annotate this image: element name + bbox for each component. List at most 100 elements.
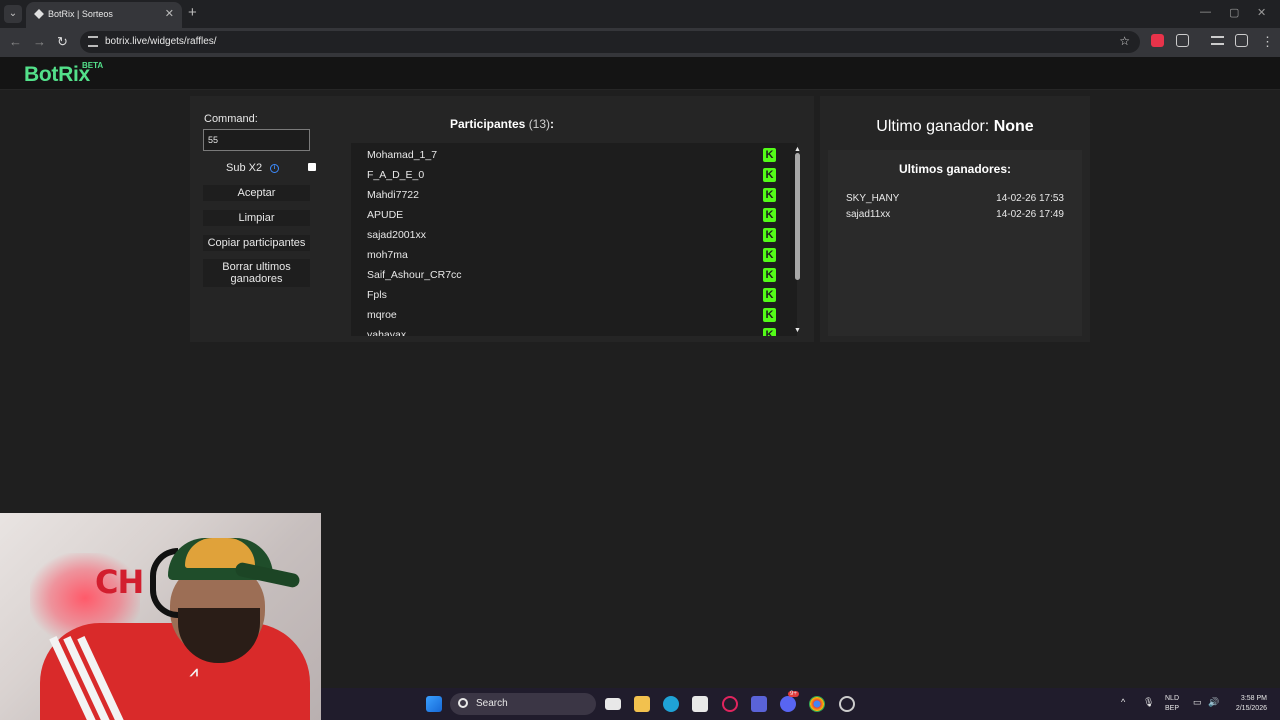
taskbar-search[interactable]: Search [450, 693, 596, 715]
volume-icon[interactable]: 🔊 [1208, 697, 1219, 708]
scroll-up-arrow-icon[interactable]: ▲ [794, 146, 801, 153]
site-info-icon[interactable] [88, 36, 98, 47]
kick-icon: K [763, 148, 776, 162]
new-tab-button[interactable]: + [188, 4, 197, 21]
windows-start-icon[interactable] [426, 696, 442, 712]
clear-button[interactable]: Limpiar [203, 210, 310, 226]
reading-list-icon[interactable] [1211, 36, 1224, 45]
language-code: NLD [1165, 695, 1180, 702]
site-header: BotRix BETA [0, 57, 1280, 90]
participants-scrollbar[interactable] [795, 153, 800, 280]
kick-icon: K [763, 328, 776, 336]
participant-name: yahayax [367, 329, 407, 336]
task-view-icon[interactable] [605, 698, 621, 710]
url-text: botrix.live/widgets/raffles/ [105, 36, 217, 47]
recent-winners-box: Ultimos ganadores: SKY_HANY 14-02-26 17:… [828, 150, 1082, 336]
forward-icon[interactable]: → [33, 34, 46, 49]
sub-x2-label: Sub X2 [226, 162, 263, 174]
shirt-logo: ⩘ [190, 663, 198, 679]
participant-name: Saif_Ashour_CR7cc [367, 269, 462, 281]
discord-badge: 9+ [788, 691, 799, 697]
participants-label: Participantes [449, 117, 526, 131]
participant-row: moh7ma K [351, 245, 781, 265]
browser-tab-strip: ⌄ BotRix | Sorteos ✕ + — ▢ ✕ [0, 0, 1280, 28]
participant-row: Saif_Ashour_CR7cc K [351, 265, 781, 285]
neon-sign: CH [95, 563, 144, 601]
beta-badge: BETA [82, 61, 104, 70]
participant-row: sajad2001xx K [351, 225, 781, 245]
extensions-puzzle-icon[interactable] [1176, 34, 1189, 47]
winner-date: 14-02-26 17:49 [996, 209, 1064, 220]
microphone-icon[interactable]: 🎙 [1143, 697, 1154, 708]
back-icon[interactable]: ← [9, 34, 22, 49]
botrix-logo[interactable]: BotRix [24, 63, 90, 87]
participants-title: Participantes (13): [190, 117, 814, 131]
tab-search-button[interactable]: ⌄ [4, 5, 22, 23]
minimize-icon[interactable]: — [1200, 6, 1211, 18]
winner-date: 14-02-26 17:53 [996, 193, 1064, 204]
winners-panel: Ultimo ganador: None Ultimos ganadores: … [820, 96, 1090, 342]
kick-icon: K [763, 268, 776, 282]
copy-participants-button[interactable]: Copiar participantes [203, 235, 310, 251]
info-icon[interactable]: i [270, 164, 279, 173]
participant-name: mqroe [367, 309, 397, 321]
participants-count: (13) [528, 117, 551, 131]
participants-colon: : [550, 117, 555, 131]
kick-icon: K [763, 188, 776, 202]
scroll-down-arrow-icon[interactable]: ▼ [794, 327, 801, 334]
opera-icon[interactable] [722, 696, 738, 712]
address-bar[interactable]: botrix.live/widgets/raffles/ ☆ [80, 31, 1140, 53]
accept-button[interactable]: Aceptar [203, 185, 310, 201]
participant-name: Mahdi7722 [367, 189, 419, 201]
media-app-icon[interactable] [751, 696, 767, 712]
command-input[interactable] [203, 129, 310, 151]
clock-date: 2/15/2026 [1235, 705, 1267, 712]
extension-icon[interactable] [1151, 34, 1164, 47]
network-icon[interactable]: ▭ [1193, 697, 1202, 708]
reload-icon[interactable]: ↻ [57, 34, 68, 50]
participant-row: F_A_D_E_0 K [351, 165, 781, 185]
participant-name: moh7ma [367, 249, 408, 261]
kick-icon: K [763, 308, 776, 322]
winner-row: SKY_HANY 14-02-26 17:53 [846, 193, 1064, 207]
participant-name: APUDE [367, 209, 404, 221]
language-indicator[interactable]: NLD BEP [1165, 694, 1179, 714]
kick-icon: K [763, 288, 776, 302]
window-close-icon[interactable]: ✕ [1257, 6, 1266, 19]
browser-tab-active[interactable]: BotRix | Sorteos ✕ [26, 2, 182, 28]
participants-list[interactable]: Mohamad_1_7 K F_A_D_E_0 K Mahdi7722 K APUDE… [351, 143, 797, 336]
sub-x2-checkbox[interactable] [308, 163, 316, 171]
participant-row: Mahdi7722 K [351, 185, 781, 205]
profile-icon[interactable] [1235, 34, 1248, 47]
participant-row: APUDE K [351, 205, 781, 225]
maximize-icon[interactable]: ▢ [1229, 6, 1239, 19]
tab-close-icon[interactable]: ✕ [165, 7, 174, 20]
last-winner: Ultimo ganador: None [820, 118, 1090, 136]
taskbar-search-text: Search [476, 698, 508, 709]
browser-toolbar: ← → ↻ botrix.live/widgets/raffles/ ☆ ⋮ [0, 28, 1280, 57]
raffle-panel: Command: Sub X2 i Aceptar Limpiar Copiar… [190, 96, 814, 342]
clock[interactable]: 3:58 PM 2/15/2026 [1227, 694, 1267, 714]
participant-row: Mohamad_1_7 K [351, 145, 781, 165]
browser-menu-icon[interactable]: ⋮ [1261, 34, 1274, 50]
last-winner-value: None [993, 118, 1034, 135]
kick-icon: K [763, 208, 776, 222]
participant-row: mqroe K [351, 305, 781, 325]
taskbar: Search 9+ ^ 🎙 NLD BEP ▭ 🔊 3:58 PM 2/15/202… [321, 688, 1280, 720]
participant-name: F_A_D_E_0 [367, 169, 425, 181]
kick-icon: K [763, 228, 776, 242]
participant-name: sajad2001xx [367, 229, 426, 241]
discord-icon[interactable] [780, 696, 796, 712]
tray-chevron-icon[interactable]: ^ [1121, 697, 1125, 707]
last-winner-label: Ultimo ganador: [876, 118, 990, 135]
file-explorer-icon[interactable] [634, 696, 650, 712]
bookmark-star-icon[interactable]: ☆ [1119, 34, 1130, 48]
webcam-overlay: CH ⩘ [0, 513, 321, 720]
edge-icon[interactable] [663, 696, 679, 712]
clear-winners-button[interactable]: Borrar ultimos ganadores [203, 259, 310, 287]
winner-row: sajad11xx 14-02-26 17:49 [846, 209, 1064, 223]
store-icon[interactable] [692, 696, 708, 712]
app-icon[interactable] [839, 696, 855, 712]
chrome-icon[interactable] [809, 696, 825, 712]
participant-name: Mohamad_1_7 [367, 149, 438, 161]
